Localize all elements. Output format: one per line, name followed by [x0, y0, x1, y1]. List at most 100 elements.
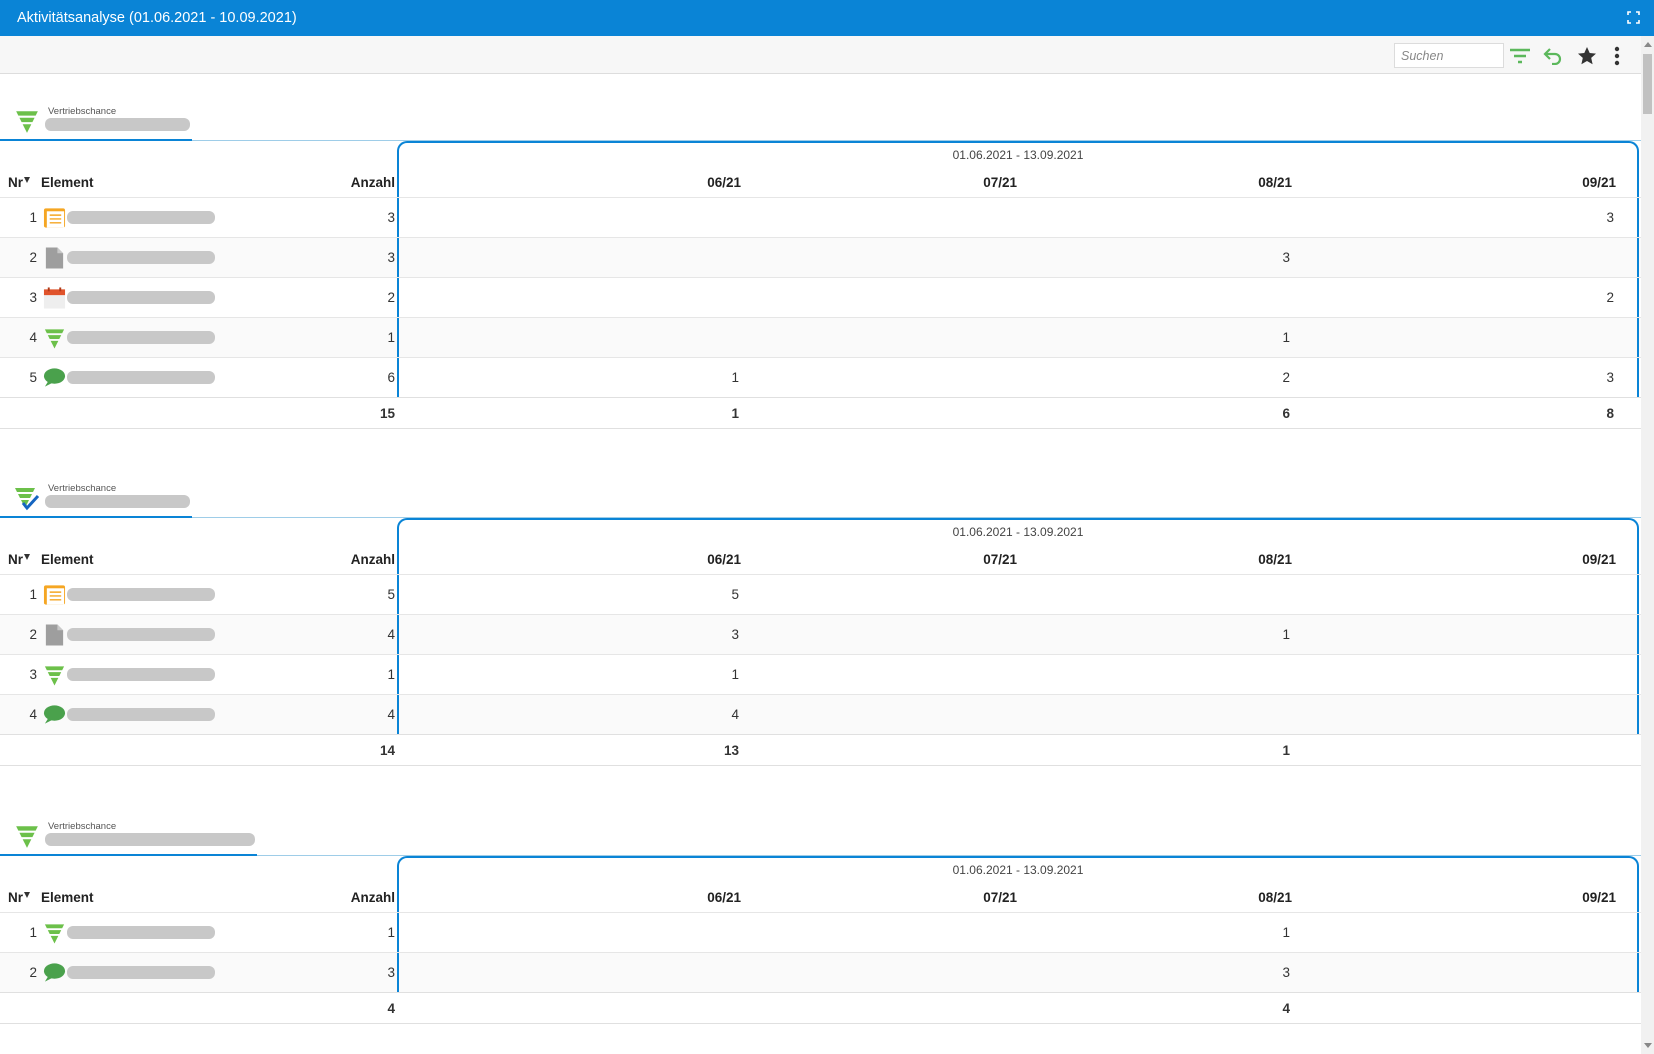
row-number: 5 [29, 370, 37, 385]
calendar-icon [43, 286, 66, 310]
table-row[interactable]: 1 5 5 [0, 574, 1641, 615]
month-cell: 3 [731, 627, 739, 642]
totals-row: 15 1 6 8 [0, 397, 1641, 429]
column-header-nr[interactable]: Nr [8, 175, 31, 193]
column-header-month[interactable]: 07/21 [983, 175, 1017, 193]
sort-desc-icon [24, 554, 31, 560]
column-header-nr[interactable]: Nr [8, 552, 31, 570]
element-name-redacted[interactable] [67, 966, 215, 979]
column-header-month[interactable]: 07/21 [983, 552, 1017, 570]
element-name-redacted[interactable] [67, 926, 215, 939]
period-frame-left [397, 198, 399, 238]
table-row[interactable]: 5 6 1 2 3 [0, 357, 1641, 398]
table-row[interactable]: 1 1 1 [0, 912, 1641, 953]
element-name-redacted[interactable] [67, 371, 215, 384]
column-header-month[interactable]: 09/21 [1582, 890, 1616, 908]
table-row[interactable]: 2 4 3 1 [0, 614, 1641, 655]
total-month: 13 [723, 743, 739, 758]
element-name-redacted[interactable] [67, 628, 215, 641]
activity-section: Vertriebschance 01.06.2021 - 13.09.2021 Nr… [0, 451, 1641, 775]
table-row[interactable]: 3 1 1 [0, 654, 1641, 695]
total-count: 14 [379, 743, 395, 758]
section-name-redacted[interactable] [45, 118, 190, 131]
month-cell: 1 [1282, 330, 1290, 345]
period-frame-left [397, 278, 399, 318]
element-name-redacted[interactable] [67, 668, 215, 681]
note-icon [43, 583, 66, 607]
month-cell: 1 [731, 370, 739, 385]
period-label: 01.06.2021 - 13.09.2021 [952, 863, 1084, 877]
total-count: 15 [379, 406, 395, 421]
month-cell: 3 [1606, 370, 1614, 385]
scroll-up-arrow[interactable] [1644, 42, 1652, 47]
column-header-count[interactable]: Anzahl [351, 890, 395, 908]
column-header-month[interactable]: 08/21 [1258, 552, 1292, 570]
filter-icon[interactable] [1508, 44, 1532, 68]
column-header-element[interactable]: Element [41, 890, 94, 908]
column-header-month[interactable]: 09/21 [1582, 552, 1616, 570]
activity-grid: 01.06.2021 - 13.09.2021 Nr Element Anzahl 06… [0, 518, 1641, 768]
chat-icon [43, 961, 66, 985]
table-row[interactable]: 1 3 3 [0, 197, 1641, 238]
period-frame-right [1637, 655, 1639, 695]
section-name-redacted[interactable] [45, 495, 190, 508]
column-header-month[interactable]: 08/21 [1258, 175, 1292, 193]
table-row[interactable]: 4 4 4 [0, 694, 1641, 735]
activity-grid: 01.06.2021 - 13.09.2021 Nr Element Anzahl 06… [0, 141, 1641, 431]
period-label: 01.06.2021 - 13.09.2021 [952, 148, 1084, 162]
table-row[interactable]: 2 3 3 [0, 237, 1641, 278]
totals-row: 44 [0, 992, 1641, 1024]
table-row[interactable]: 4 1 1 [0, 317, 1641, 358]
period-frame-left [397, 318, 399, 358]
section-type-label: Vertriebschance [48, 483, 117, 494]
element-name-redacted[interactable] [67, 291, 215, 304]
table-row[interactable]: 2 3 3 [0, 952, 1641, 993]
scroll-down-arrow[interactable] [1644, 1043, 1652, 1048]
period-label: 01.06.2021 - 13.09.2021 [952, 525, 1084, 539]
row-count: 3 [387, 210, 395, 225]
document-icon [43, 246, 66, 270]
column-header-month[interactable]: 08/21 [1258, 890, 1292, 908]
period-frame-right [1637, 953, 1639, 993]
element-name-redacted[interactable] [67, 211, 215, 224]
element-name-redacted[interactable] [67, 708, 215, 721]
column-header-month[interactable]: 06/21 [707, 890, 741, 908]
fullscreen-icon[interactable] [1627, 11, 1640, 24]
funnel-check-icon [14, 485, 40, 511]
column-header-month[interactable]: 09/21 [1582, 175, 1616, 193]
column-header-month[interactable]: 06/21 [707, 552, 741, 570]
star-icon[interactable] [1575, 44, 1599, 68]
column-header-month[interactable]: 07/21 [983, 890, 1017, 908]
column-header-nr[interactable]: Nr [8, 890, 31, 908]
column-header-count[interactable]: Anzahl [351, 175, 395, 193]
table-row[interactable]: 3 2 2 [0, 277, 1641, 318]
row-number: 4 [29, 330, 37, 345]
totals-row: 14 13 1 [0, 734, 1641, 766]
undo-icon[interactable] [1541, 44, 1565, 68]
funnel-icon [43, 663, 66, 687]
column-header-element[interactable]: Element [41, 552, 94, 570]
column-header-element[interactable]: Element [41, 175, 94, 193]
section-name-redacted[interactable] [45, 833, 255, 846]
row-count: 6 [387, 370, 395, 385]
row-number: 3 [29, 290, 37, 305]
month-cell: 3 [1606, 210, 1614, 225]
element-name-redacted[interactable] [67, 251, 215, 264]
more-icon[interactable] [1605, 44, 1629, 68]
sort-desc-icon [24, 892, 31, 898]
search-input[interactable] [1394, 43, 1504, 68]
period-frame-right [1637, 913, 1639, 953]
column-header-month[interactable]: 06/21 [707, 175, 741, 193]
month-cell: 1 [731, 667, 739, 682]
element-name-redacted[interactable] [67, 331, 215, 344]
element-name-redacted[interactable] [67, 588, 215, 601]
scrollbar[interactable] [1641, 36, 1654, 1054]
section-header: Vertriebschance [0, 451, 1641, 525]
scroll-thumb[interactable] [1643, 54, 1652, 114]
period-frame-left [397, 913, 399, 953]
sort-desc-icon [24, 177, 31, 183]
month-cell: 2 [1282, 370, 1290, 385]
column-header-count[interactable]: Anzahl [351, 552, 395, 570]
funnel-icon [14, 823, 40, 849]
row-number: 2 [29, 250, 37, 265]
